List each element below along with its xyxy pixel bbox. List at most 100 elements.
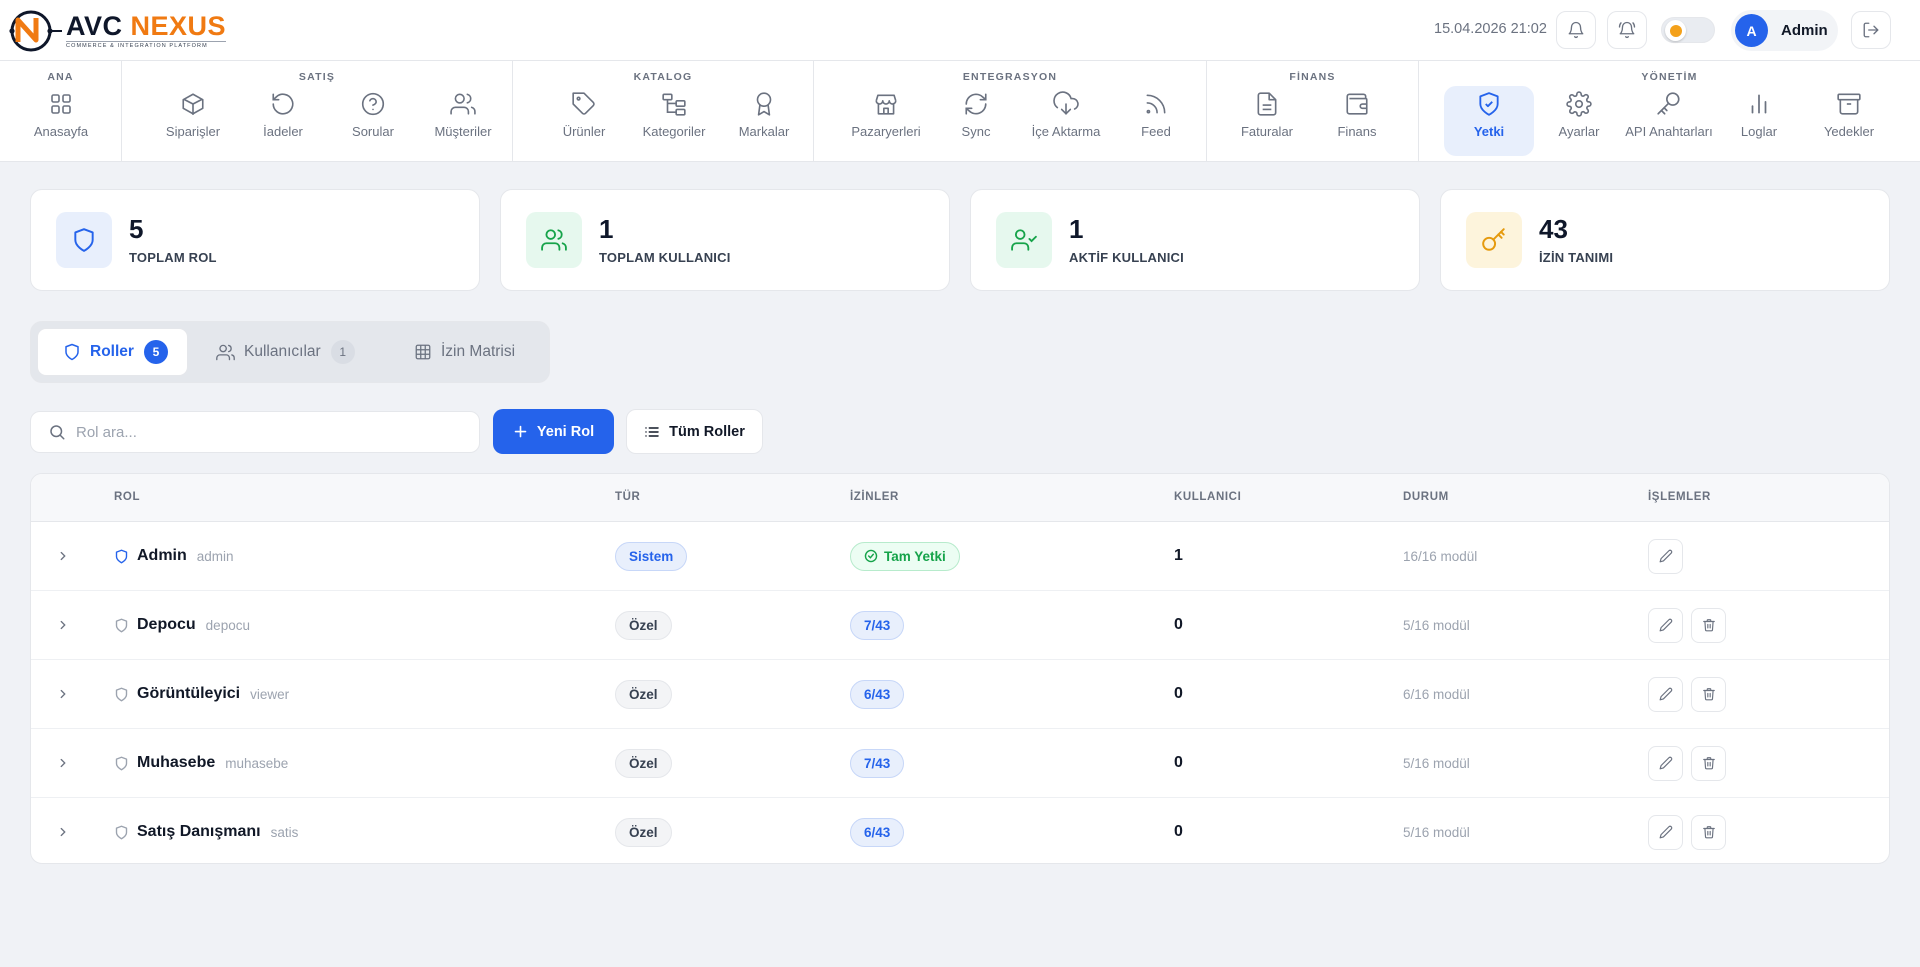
- shield-icon: [115, 549, 128, 563]
- pencil-icon: [1659, 549, 1672, 563]
- user-check-icon: [1011, 229, 1037, 251]
- table-row[interactable]: Muhasebe muhasebe Özel 7/43 0 5/16 modül: [31, 729, 1889, 798]
- undo-icon: [272, 93, 294, 115]
- archive-icon: [1837, 93, 1861, 115]
- role-cell: Görüntüleyici viewer: [114, 660, 289, 728]
- table-row[interactable]: Depocu depocu Özel 7/43 0 5/16 modül: [31, 591, 1889, 660]
- nav-group-title: ANA: [47, 71, 74, 83]
- nav-item-faturalar[interactable]: Faturalar: [1222, 86, 1312, 156]
- nav-item-siparisler[interactable]: Siparişler: [148, 86, 238, 156]
- nav-group-title: KATALOG: [633, 71, 693, 83]
- stat-card-active-users: 1 AKTİF KULLANICI: [970, 189, 1420, 291]
- expand-row-button[interactable]: [51, 591, 75, 659]
- nav-item-urunler[interactable]: Ürünler: [539, 86, 629, 156]
- shield-icon: [115, 756, 128, 770]
- nav-item-api-anahtarlari[interactable]: API Anahtarları: [1624, 86, 1714, 156]
- tab-kullanicilar[interactable]: Kullanıcılar 1: [216, 328, 366, 376]
- nav-item-yetki[interactable]: Yetki: [1444, 86, 1534, 156]
- expand-row-button[interactable]: [51, 660, 75, 728]
- delete-button[interactable]: [1691, 745, 1726, 781]
- edit-button[interactable]: [1648, 745, 1683, 781]
- search-input[interactable]: [76, 423, 436, 441]
- nav-item-finans[interactable]: Finans: [1312, 86, 1402, 156]
- bar-chart-icon: [1751, 94, 1767, 114]
- role-search[interactable]: [30, 411, 480, 453]
- stat-value: 43: [1539, 214, 1568, 244]
- table-row[interactable]: Görüntüleyici viewer Özel 6/43 0 6/16 mo…: [31, 660, 1889, 729]
- all-roles-button[interactable]: Tüm Roller: [626, 409, 763, 454]
- tab-izin-matrisi[interactable]: İzin Matrisi: [414, 328, 539, 376]
- nav-item-markalar[interactable]: Markalar: [719, 86, 809, 156]
- nav-item-sorular[interactable]: Sorular: [328, 86, 418, 156]
- trash-icon: [1702, 619, 1715, 632]
- nav-group-ana: ANA Anasayfa: [0, 61, 122, 161]
- nav-item-loglar[interactable]: Loglar: [1714, 86, 1804, 156]
- nav-item-feed[interactable]: Feed: [1111, 86, 1201, 156]
- role-slug: muhasebe: [225, 755, 289, 771]
- sun-icon: [1669, 24, 1682, 37]
- edit-button[interactable]: [1648, 814, 1683, 850]
- logout-button[interactable]: [1851, 11, 1891, 49]
- table-row[interactable]: Satış Danışmanı satis Özel 6/43 0 5/16 m…: [31, 798, 1889, 863]
- nav-item-anasayfa[interactable]: Anasayfa: [16, 86, 106, 156]
- tab-roller[interactable]: Roller 5: [37, 328, 188, 376]
- type-badge: Özel: [615, 610, 672, 640]
- app-logo[interactable]: AVC NEXUS COMMERCE & INTEGRATION PLATFOR…: [6, 8, 227, 54]
- role-slug: viewer: [250, 686, 290, 702]
- tree-icon: [662, 93, 686, 116]
- nav-item-ice-aktarma[interactable]: İçe Aktarma: [1021, 86, 1111, 156]
- nav-item-yedekler[interactable]: Yedekler: [1804, 86, 1894, 156]
- shield-check-icon: [1479, 92, 1499, 116]
- role-name: Admin: [137, 547, 187, 564]
- stat-label: TOPLAM KULLANICI: [599, 250, 731, 265]
- nav-group-katalog: KATALOG Ürünler Kategoriler Markalar: [513, 61, 814, 161]
- table-row[interactable]: Admin admin Sistem Tam Yetki 1 16/16 mod…: [31, 522, 1889, 591]
- expand-row-button[interactable]: [51, 522, 75, 590]
- delete-button[interactable]: [1691, 814, 1726, 850]
- role-name: Muhasebe: [137, 754, 216, 771]
- permission-badge: Tam Yetki: [850, 541, 960, 571]
- nav-item-musteriler[interactable]: Müşteriler: [418, 86, 508, 156]
- edit-button[interactable]: [1648, 538, 1683, 574]
- nav-item-ayarlar[interactable]: Ayarlar: [1534, 86, 1624, 156]
- chevron-right-icon: [60, 758, 66, 768]
- role-cell: Satış Danışmanı satis: [114, 798, 299, 863]
- delete-button[interactable]: [1691, 676, 1726, 712]
- module-status: 16/16 modül: [1403, 548, 1478, 564]
- tab-label: Kullanıcılar: [244, 343, 321, 360]
- nav-item-pazaryerleri[interactable]: Pazaryerleri: [841, 86, 931, 156]
- role-cell: Muhasebe muhasebe: [114, 729, 288, 797]
- nav-group-title: FİNANS: [1289, 71, 1336, 83]
- nav-group-title: YÖNETİM: [1641, 71, 1698, 83]
- main-nav: ANA Anasayfa SATIŞ Siparişler İadeler So…: [0, 61, 1920, 162]
- expand-row-button[interactable]: [51, 798, 75, 863]
- avatar: A: [1735, 14, 1768, 47]
- expand-row-button[interactable]: [51, 729, 75, 797]
- alerts-button[interactable]: [1607, 11, 1647, 49]
- module-status: 5/16 modül: [1403, 824, 1470, 840]
- notifications-button[interactable]: [1556, 11, 1596, 49]
- nav-item-iadeler[interactable]: İadeler: [238, 86, 328, 156]
- grid-icon: [51, 94, 71, 114]
- nav-item-sync[interactable]: Sync: [931, 86, 1021, 156]
- question-icon: [361, 92, 385, 116]
- count-badge: 5: [143, 340, 168, 364]
- type-badge: Özel: [615, 679, 672, 709]
- edit-button[interactable]: [1648, 676, 1683, 712]
- new-role-button[interactable]: Yeni Rol: [493, 409, 614, 454]
- role-slug: satis: [270, 824, 299, 840]
- stat-card-permissions: 43 İZİN TANIMI: [1440, 189, 1890, 291]
- delete-button[interactable]: [1691, 607, 1726, 643]
- nav-group-finans: FİNANS Faturalar Finans: [1207, 61, 1419, 161]
- edit-button[interactable]: [1648, 607, 1683, 643]
- count-badge: 1: [330, 340, 355, 364]
- stat-icon-box: [996, 212, 1052, 268]
- plus-icon: [514, 425, 527, 438]
- user-menu[interactable]: A Admin: [1731, 10, 1838, 51]
- chevron-right-icon: [60, 551, 66, 561]
- stat-value: 1: [1069, 214, 1084, 244]
- nav-item-kategoriler[interactable]: Kategoriler: [629, 86, 719, 156]
- theme-toggle[interactable]: [1661, 17, 1715, 43]
- column-header-role: ROL: [114, 491, 141, 503]
- roles-table: ROL TÜR İZİNLER KULLANICI DURUM İŞLEMLER…: [30, 473, 1890, 864]
